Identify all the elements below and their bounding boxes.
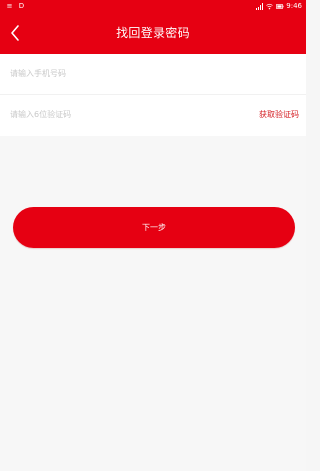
get-verification-code-button[interactable]: 获取验证码 (259, 106, 299, 124)
battery-icon (276, 3, 284, 10)
signal-icon (256, 2, 264, 10)
status-left-icons: ≡ D (6, 0, 25, 12)
verification-field-row: 获取验证码 (0, 95, 306, 135)
notification-icon: ≡ (6, 1, 13, 10)
page-title: 找回登录密码 (116, 26, 190, 40)
status-right-icons: 9:46 (256, 0, 302, 12)
wifi-icon (266, 3, 274, 10)
phone-field-row (0, 54, 306, 95)
next-step-button[interactable]: 下一步 (13, 207, 295, 248)
password-reset-form: 获取验证码 (0, 54, 306, 136)
verification-code-input[interactable] (10, 106, 220, 124)
status-time: 9:46 (286, 2, 302, 10)
forgot-password-screen: ≡ D 9:46 找回登录密码 请输入手机号码 请输入6位验证码 获取验证码 下… (0, 0, 306, 471)
phone-input[interactable] (10, 65, 220, 83)
status-bar: ≡ D 9:46 (0, 0, 306, 12)
d-icon: D (18, 1, 25, 10)
title-bar: 找回登录密码 (0, 12, 306, 54)
